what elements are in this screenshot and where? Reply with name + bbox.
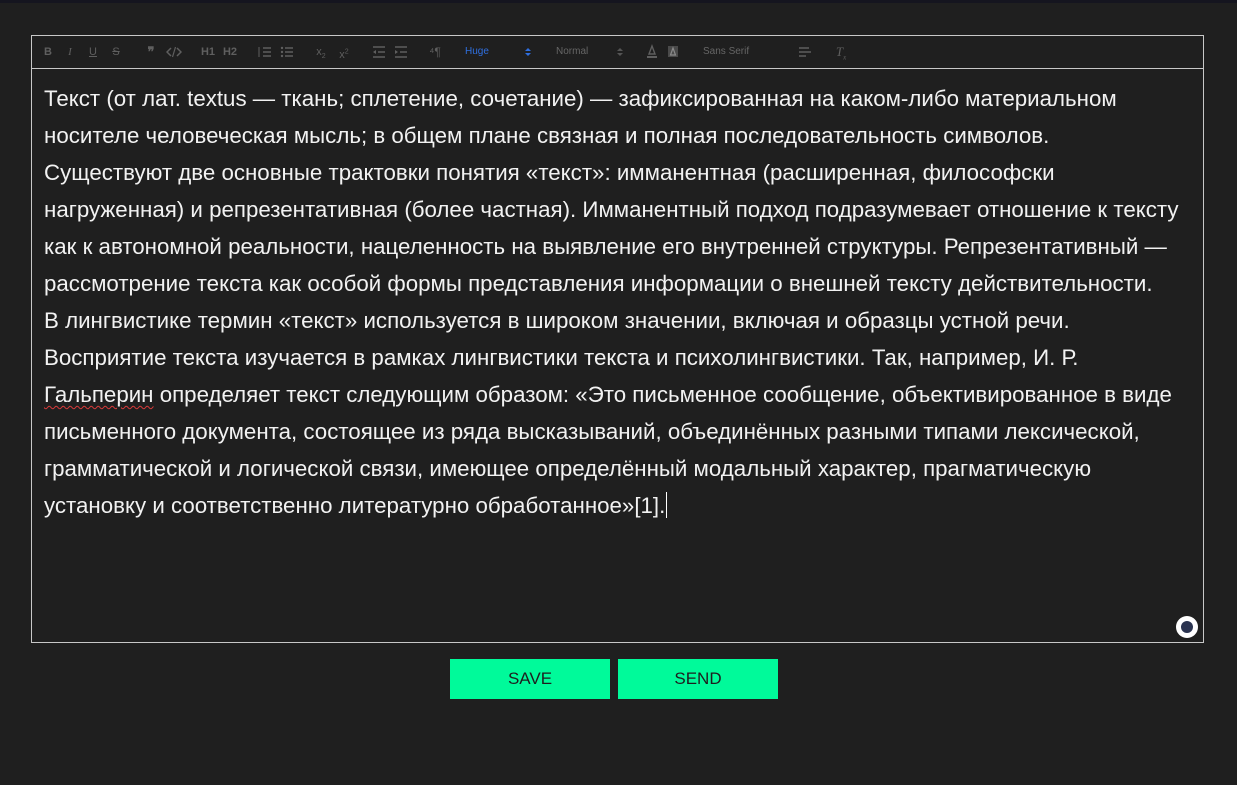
text-caret — [666, 492, 668, 518]
text-color-button[interactable] — [646, 44, 658, 60]
strike-button[interactable]: S — [110, 44, 122, 60]
paragraph-2: Существуют две основные трактовки поняти… — [44, 160, 1185, 296]
editor-toolbar: B I U S ❞ H1 H2 x2 x2 ⁴¶ Huge Normal San… — [32, 36, 1203, 69]
paragraph-3: В лингвистике термин «текст» используетс… — [44, 302, 1194, 524]
clear-format-icon: Tx — [835, 44, 847, 62]
grammar-checker-icon[interactable] — [1176, 616, 1198, 638]
save-button[interactable]: SAVE — [450, 659, 610, 699]
size-picker[interactable]: Normal — [556, 44, 624, 60]
grammar-checker-inner — [1181, 621, 1193, 633]
indent-icon — [395, 46, 407, 58]
header-2-button[interactable]: H2 — [222, 44, 238, 60]
paragraph-3-text-start: В лингвистике термин «текст» используетс… — [44, 308, 1085, 370]
background-color-icon — [668, 46, 678, 57]
indent-button[interactable] — [394, 44, 408, 60]
picker-arrows-icon — [617, 48, 623, 56]
size-picker-value: Normal — [556, 46, 589, 57]
outdent-button[interactable] — [372, 44, 386, 60]
code-block-button[interactable] — [166, 44, 182, 60]
header-picker[interactable]: Huge — [465, 44, 533, 60]
font-picker[interactable]: Sans Serif — [703, 44, 783, 60]
strike-icon: S — [112, 46, 120, 58]
text-direction-button[interactable]: ⁴¶ — [428, 44, 442, 60]
code-icon — [166, 46, 182, 58]
header-picker-value: Huge — [465, 46, 489, 57]
quote-icon: ❞ — [147, 44, 155, 59]
paragraph-1: Текст (от лат. textus — ткань; сплетение… — [44, 86, 1123, 148]
text-color-icon — [647, 44, 657, 58]
send-button[interactable]: SEND — [618, 659, 778, 699]
superscript-icon: x2 — [339, 48, 349, 61]
header-1-button[interactable]: H1 — [200, 44, 216, 60]
direction-icon: ⁴¶ — [429, 45, 441, 59]
superscript-button[interactable]: x2 — [337, 44, 351, 61]
ordered-list-icon — [258, 47, 271, 57]
bullet-list-button[interactable] — [280, 44, 294, 60]
misspelled-word[interactable]: Гальперин — [44, 382, 154, 407]
header-2-label: H2 — [222, 46, 238, 58]
paragraph-3-text-end: определяет текст следующим образом: «Это… — [44, 382, 1179, 518]
outdent-icon — [373, 46, 385, 58]
subscript-button[interactable]: x2 — [314, 44, 328, 60]
bold-button[interactable]: B — [42, 44, 54, 60]
clean-format-button[interactable]: Tx — [834, 44, 848, 62]
window-top-strip — [0, 0, 1237, 3]
header-1-label: H1 — [200, 46, 216, 58]
underline-button[interactable]: U — [87, 44, 99, 60]
background-color-button[interactable] — [667, 44, 679, 60]
bullet-list-icon — [280, 46, 293, 58]
subscript-icon: x2 — [316, 46, 326, 61]
italic-button[interactable]: I — [64, 44, 76, 60]
bold-icon: B — [44, 46, 52, 58]
editor-content[interactable]: Текст (от лат. textus — ткань; сплетение… — [44, 80, 1194, 524]
picker-arrows-icon — [525, 48, 531, 56]
ordered-list-button[interactable] — [258, 44, 272, 60]
blockquote-button[interactable]: ❞ — [144, 44, 158, 60]
rich-text-editor: B I U S ❞ H1 H2 x2 x2 ⁴¶ Huge Normal San… — [31, 35, 1204, 643]
italic-icon: I — [68, 46, 72, 58]
align-picker[interactable] — [798, 44, 812, 60]
align-left-icon — [799, 47, 811, 57]
font-picker-value: Sans Serif — [703, 46, 750, 57]
underline-icon: U — [89, 46, 97, 58]
